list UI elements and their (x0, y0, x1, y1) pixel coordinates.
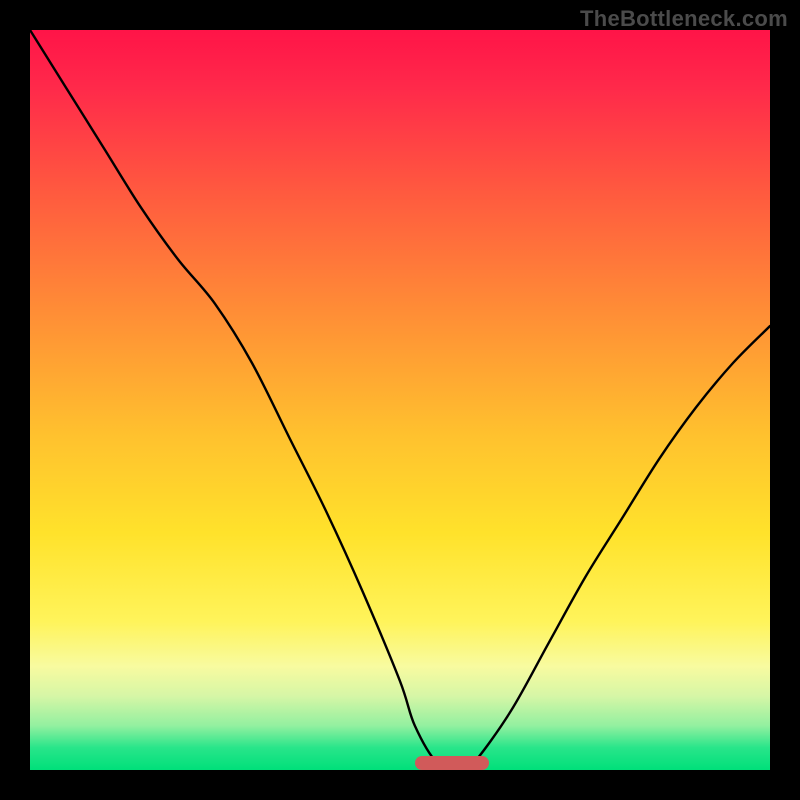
plot-area (30, 30, 770, 770)
chart-frame: TheBottleneck.com (0, 0, 800, 800)
bottleneck-curve (30, 30, 770, 770)
curve-path (30, 30, 770, 770)
minimum-marker (415, 756, 489, 770)
watermark-text: TheBottleneck.com (580, 6, 788, 32)
